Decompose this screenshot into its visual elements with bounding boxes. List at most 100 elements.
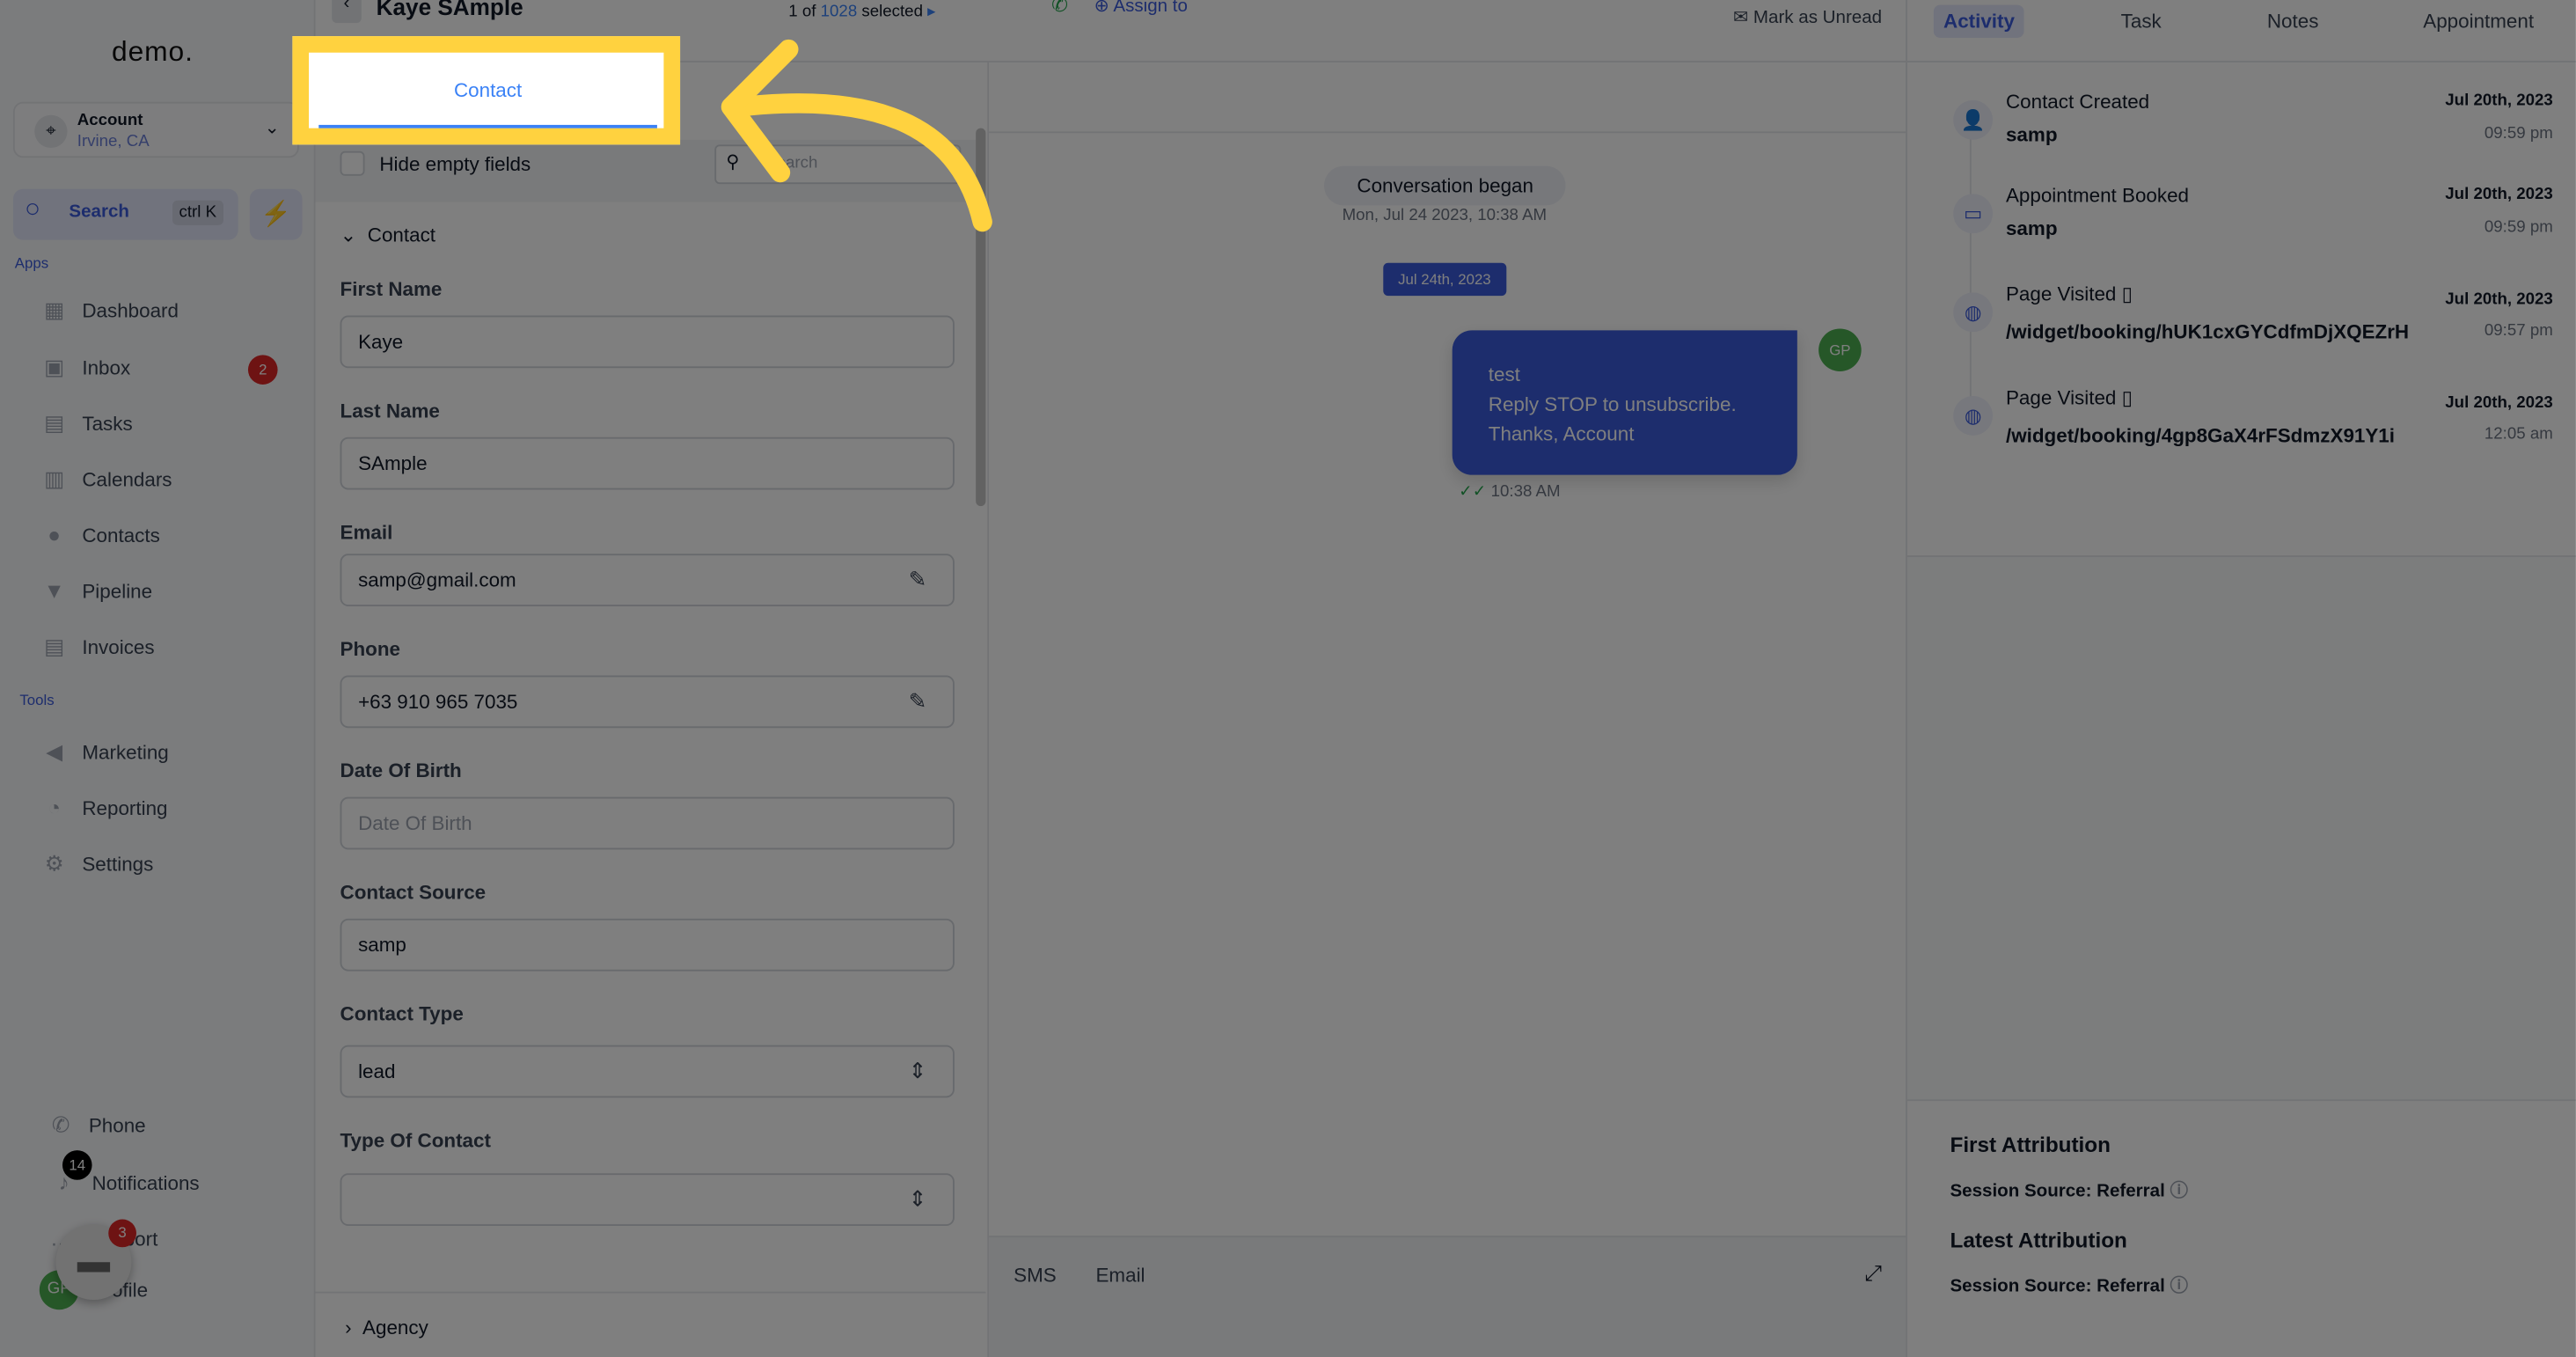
title: Page Visited ▯ [2006, 386, 2133, 409]
lightning-icon[interactable]: ⚡ [249, 188, 303, 240]
last-name-field[interactable]: SAmple [340, 436, 955, 490]
pencil-icon[interactable]: ✎ [909, 567, 926, 593]
message-line: Reply STOP to unsubscribe. [1488, 392, 1737, 416]
gear-icon: ⚙ [44, 851, 64, 877]
calendar-icon: ▭ [1953, 194, 1994, 234]
sidebar-item-settings[interactable]: ⚙ Settings [40, 848, 154, 881]
message-line: Thanks, Account [1488, 422, 1635, 446]
section-title: Contact [367, 223, 436, 247]
mark-unread-button[interactable]: ✉ Mark as Unread [1733, 6, 1882, 27]
label: Settings [82, 853, 154, 877]
label: Marketing [82, 741, 169, 765]
chat-widget-badge: 3 [108, 1219, 136, 1248]
tab-activity[interactable]: Activity [1933, 4, 2025, 38]
sidebar-item-invoices[interactable]: ▤ Invoices [40, 631, 155, 664]
notifications-badge: 14 [62, 1150, 92, 1180]
sidebar-item-contacts[interactable]: ● Contacts [40, 519, 160, 552]
sidebar-item-phone[interactable]: ✆ Phone [46, 1109, 146, 1141]
location-icon: ⌖ [34, 114, 68, 149]
last-name-label: Last Name [340, 399, 440, 422]
time: 12:05 am [2484, 425, 2553, 444]
help-icon[interactable]: ⓘ [2170, 1277, 2189, 1296]
time: 09:59 pm [2484, 218, 2553, 237]
globe-icon: ◍ [1953, 396, 1994, 436]
sidebar-item-inbox[interactable]: ▣ Inbox [40, 352, 130, 385]
date: Jul 20th, 2023 [2445, 92, 2553, 111]
time: 10:38 AM [1490, 482, 1561, 502]
back-button[interactable]: ‹ [332, 0, 362, 24]
sidebar-item-pipeline[interactable]: ▼ Pipeline [40, 576, 153, 608]
conversation-began-time: Mon, Jul 24 2023, 10:38 AM [1342, 207, 1548, 225]
tab-contact[interactable]: Contact [318, 53, 657, 128]
assign-label: Assign to [1113, 0, 1188, 17]
section-contact[interactable]: ⌄ Contact [340, 224, 435, 246]
clipboard-icon[interactable]: ▯ [2122, 282, 2133, 305]
activity-item: 👤 Contact Created samp Jul 20th, 2023 09:59 … [1940, 91, 2572, 172]
first-name-field[interactable]: Kaye [340, 315, 955, 369]
inbox-icon: ▣ [44, 355, 65, 380]
expand-icon[interactable]: ⤢ [1864, 1260, 1881, 1287]
logo: demo. [111, 36, 194, 68]
contact-source-label: Contact Source [340, 880, 487, 905]
calendar-icon: ▥ [44, 466, 65, 492]
tab-sms[interactable]: SMS [1014, 1264, 1057, 1287]
tab-task[interactable]: Task [2121, 10, 2162, 33]
chevron-down-icon: ⌄ [340, 223, 357, 247]
globe-icon: ◍ [1953, 292, 1994, 333]
sidebar-item-tasks[interactable]: ▤ Tasks [40, 407, 133, 440]
date-chip: Jul 24th, 2023 [1383, 262, 1506, 297]
value: samp@gmail.com [358, 568, 516, 592]
clipboard-icon[interactable]: ▯ [2122, 386, 2133, 409]
type-of-contact-label: Type Of Contact [340, 1128, 491, 1152]
hide-empty-checkbox[interactable] [340, 150, 365, 176]
type-of-contact-select[interactable]: ⇕ [340, 1173, 955, 1227]
hide-empty-label: Hide empty fields [379, 152, 531, 176]
activity-item: ▭ Appointment Booked samp Jul 20th, 2023 09:… [1940, 184, 2572, 266]
phone-field[interactable]: +63 910 965 7035 ✎ [340, 675, 955, 729]
apps-heading: Apps [14, 254, 49, 272]
call-icon[interactable]: ✆ [1051, 0, 1068, 17]
activity-item: ◍ Page Visited ▯ /widget/booking/4gp8GaX4r… [1940, 386, 2572, 468]
pager-total[interactable]: 1028 [821, 4, 858, 22]
source: Session Source: Referral [1950, 1276, 2165, 1297]
detail: samp [2005, 216, 2058, 240]
tab-email[interactable]: Email [1095, 1264, 1145, 1287]
tab-notes[interactable]: Notes [2267, 10, 2319, 33]
date: Jul 20th, 2023 [2445, 394, 2553, 413]
chevron-down-icon: ⌄ [264, 118, 280, 138]
section-title: Agency [362, 1316, 428, 1339]
contact-type-select[interactable]: lead ⇕ [340, 1045, 955, 1098]
contact-source-field[interactable]: samp [340, 918, 955, 972]
label: Invoices [82, 635, 155, 659]
section-agency[interactable]: › Agency [345, 1317, 428, 1339]
conversation-began: Conversation began [1324, 165, 1567, 206]
message-time: ✓✓ 10:38 AM [1459, 483, 1560, 502]
search-button[interactable]: ○ Search ctrl K [12, 188, 238, 240]
time: 09:57 pm [2484, 321, 2553, 341]
sidebar-item-marketing[interactable]: ◀ Marketing [40, 737, 169, 769]
account-switcher[interactable]: ⌖ Account Irvine, CA ⌄ [12, 101, 299, 158]
help-icon[interactable]: ⓘ [2170, 1182, 2189, 1201]
sidebar-item-dashboard[interactable]: ▦ Dashboard [40, 294, 179, 326]
envelope-icon: ✉ [1733, 8, 1749, 28]
label: Inbox [82, 356, 131, 380]
next-arrow-icon[interactable]: ▸ [927, 4, 935, 22]
tab-appointment[interactable]: Appointment [2423, 10, 2534, 33]
updown-icon: ⇕ [908, 1058, 927, 1083]
label: Notifications [91, 1171, 200, 1195]
person-icon: ● [48, 522, 61, 547]
dob-field[interactable]: Date Of Birth [340, 796, 955, 850]
search-shortcut: ctrl K [172, 200, 223, 225]
pencil-icon[interactable]: ✎ [909, 688, 926, 715]
right-tabs: Activity Task Notes Appointment [1906, 0, 2576, 62]
account-location: Irvine, CA [77, 133, 150, 151]
label: Phone [88, 1114, 146, 1138]
sidebar-item-reporting[interactable]: ◔ Reporting [40, 792, 167, 825]
phone-label: Phone [340, 637, 401, 661]
search-label: Search [69, 202, 129, 223]
email-field[interactable]: samp@gmail.com ✎ [340, 554, 955, 607]
value: SAmple [358, 451, 428, 475]
sidebar-item-calendars[interactable]: ▥ Calendars [40, 464, 172, 496]
assign-button[interactable]: ⊕ Assign to [1094, 0, 1188, 17]
time: 09:59 pm [2484, 124, 2553, 143]
